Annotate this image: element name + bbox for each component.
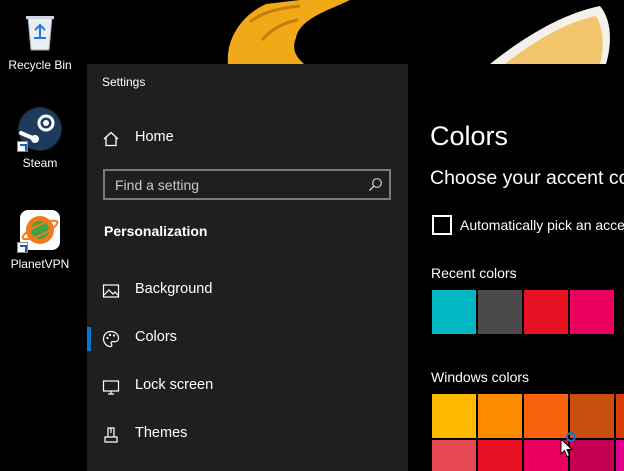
desktop-icon-recycle-bin[interactable]: Recycle Bin (4, 8, 76, 72)
sidebar-item-label: Lock screen (135, 377, 214, 393)
sidebar-item-label: Background (135, 281, 213, 297)
settings-window: Settings Home Personalization (87, 64, 624, 471)
windows-color-swatch[interactable] (524, 394, 568, 438)
planetvpn-icon (17, 207, 63, 253)
windows-color-swatch[interactable] (478, 394, 522, 438)
section-subtitle: Choose your accent color (430, 167, 624, 189)
colors-page: Colors Choose your accent color Automati… (408, 64, 624, 471)
sidebar-item-background[interactable]: Background (87, 270, 408, 310)
sidebar-item-label: Home (135, 129, 174, 145)
windows-colors-label: Windows colors (431, 369, 530, 385)
sidebar-item-colors[interactable]: Colors (87, 318, 408, 358)
busy-spinner-icon (566, 432, 576, 442)
auto-pick-accent-label: Automatically pick an accent color from … (460, 217, 624, 233)
windows-color-swatch[interactable] (432, 440, 476, 471)
sidebar-item-themes[interactable]: Themes (87, 414, 408, 454)
home-icon (102, 130, 120, 148)
section-heading: Personalization (104, 223, 208, 239)
sidebar-item-home[interactable]: Home (87, 118, 408, 158)
selected-indicator (87, 327, 91, 351)
desktop-icon-label: Recycle Bin (8, 58, 72, 72)
recycle-bin-icon (17, 8, 63, 54)
desktop-icon-label: Steam (22, 156, 58, 170)
recent-color-swatch[interactable] (570, 290, 614, 334)
recent-color-swatch[interactable] (432, 290, 476, 334)
sidebar-item-label: Themes (135, 425, 188, 441)
auto-pick-accent-checkbox[interactable] (432, 215, 452, 235)
steam-icon (17, 106, 63, 152)
windows-color-swatch[interactable] (478, 440, 522, 471)
windows-color-swatch[interactable] (570, 394, 614, 438)
desktop-icon-planetvpn[interactable]: PlanetVPN (4, 207, 76, 271)
recent-colors-label: Recent colors (431, 265, 517, 281)
recent-color-swatch[interactable] (524, 290, 568, 334)
windows-color-swatch[interactable] (616, 394, 624, 438)
brush-icon (102, 426, 120, 444)
settings-sidebar: Settings Home Personalization (87, 64, 408, 471)
shortcut-arrow-icon (17, 141, 28, 152)
shortcut-arrow-icon (17, 242, 28, 253)
sidebar-item-lock-screen[interactable]: Lock screen (87, 366, 408, 406)
windows-color-swatch[interactable] (432, 394, 476, 438)
windows-color-swatch[interactable] (570, 440, 614, 471)
recent-color-swatch[interactable] (478, 290, 522, 334)
monitor-icon (102, 378, 120, 396)
search-input[interactable] (105, 171, 365, 198)
palette-icon (102, 330, 120, 348)
image-icon (102, 282, 120, 300)
search-box (103, 169, 391, 200)
search-icon[interactable] (368, 177, 383, 192)
desktop-icon-steam[interactable]: Steam (4, 106, 76, 170)
window-title: Settings (102, 75, 146, 89)
windows-color-swatch[interactable] (616, 440, 624, 471)
page-title: Colors (430, 121, 509, 151)
desktop-icon-label: PlanetVPN (10, 257, 70, 271)
sidebar-item-label: Colors (135, 329, 177, 345)
